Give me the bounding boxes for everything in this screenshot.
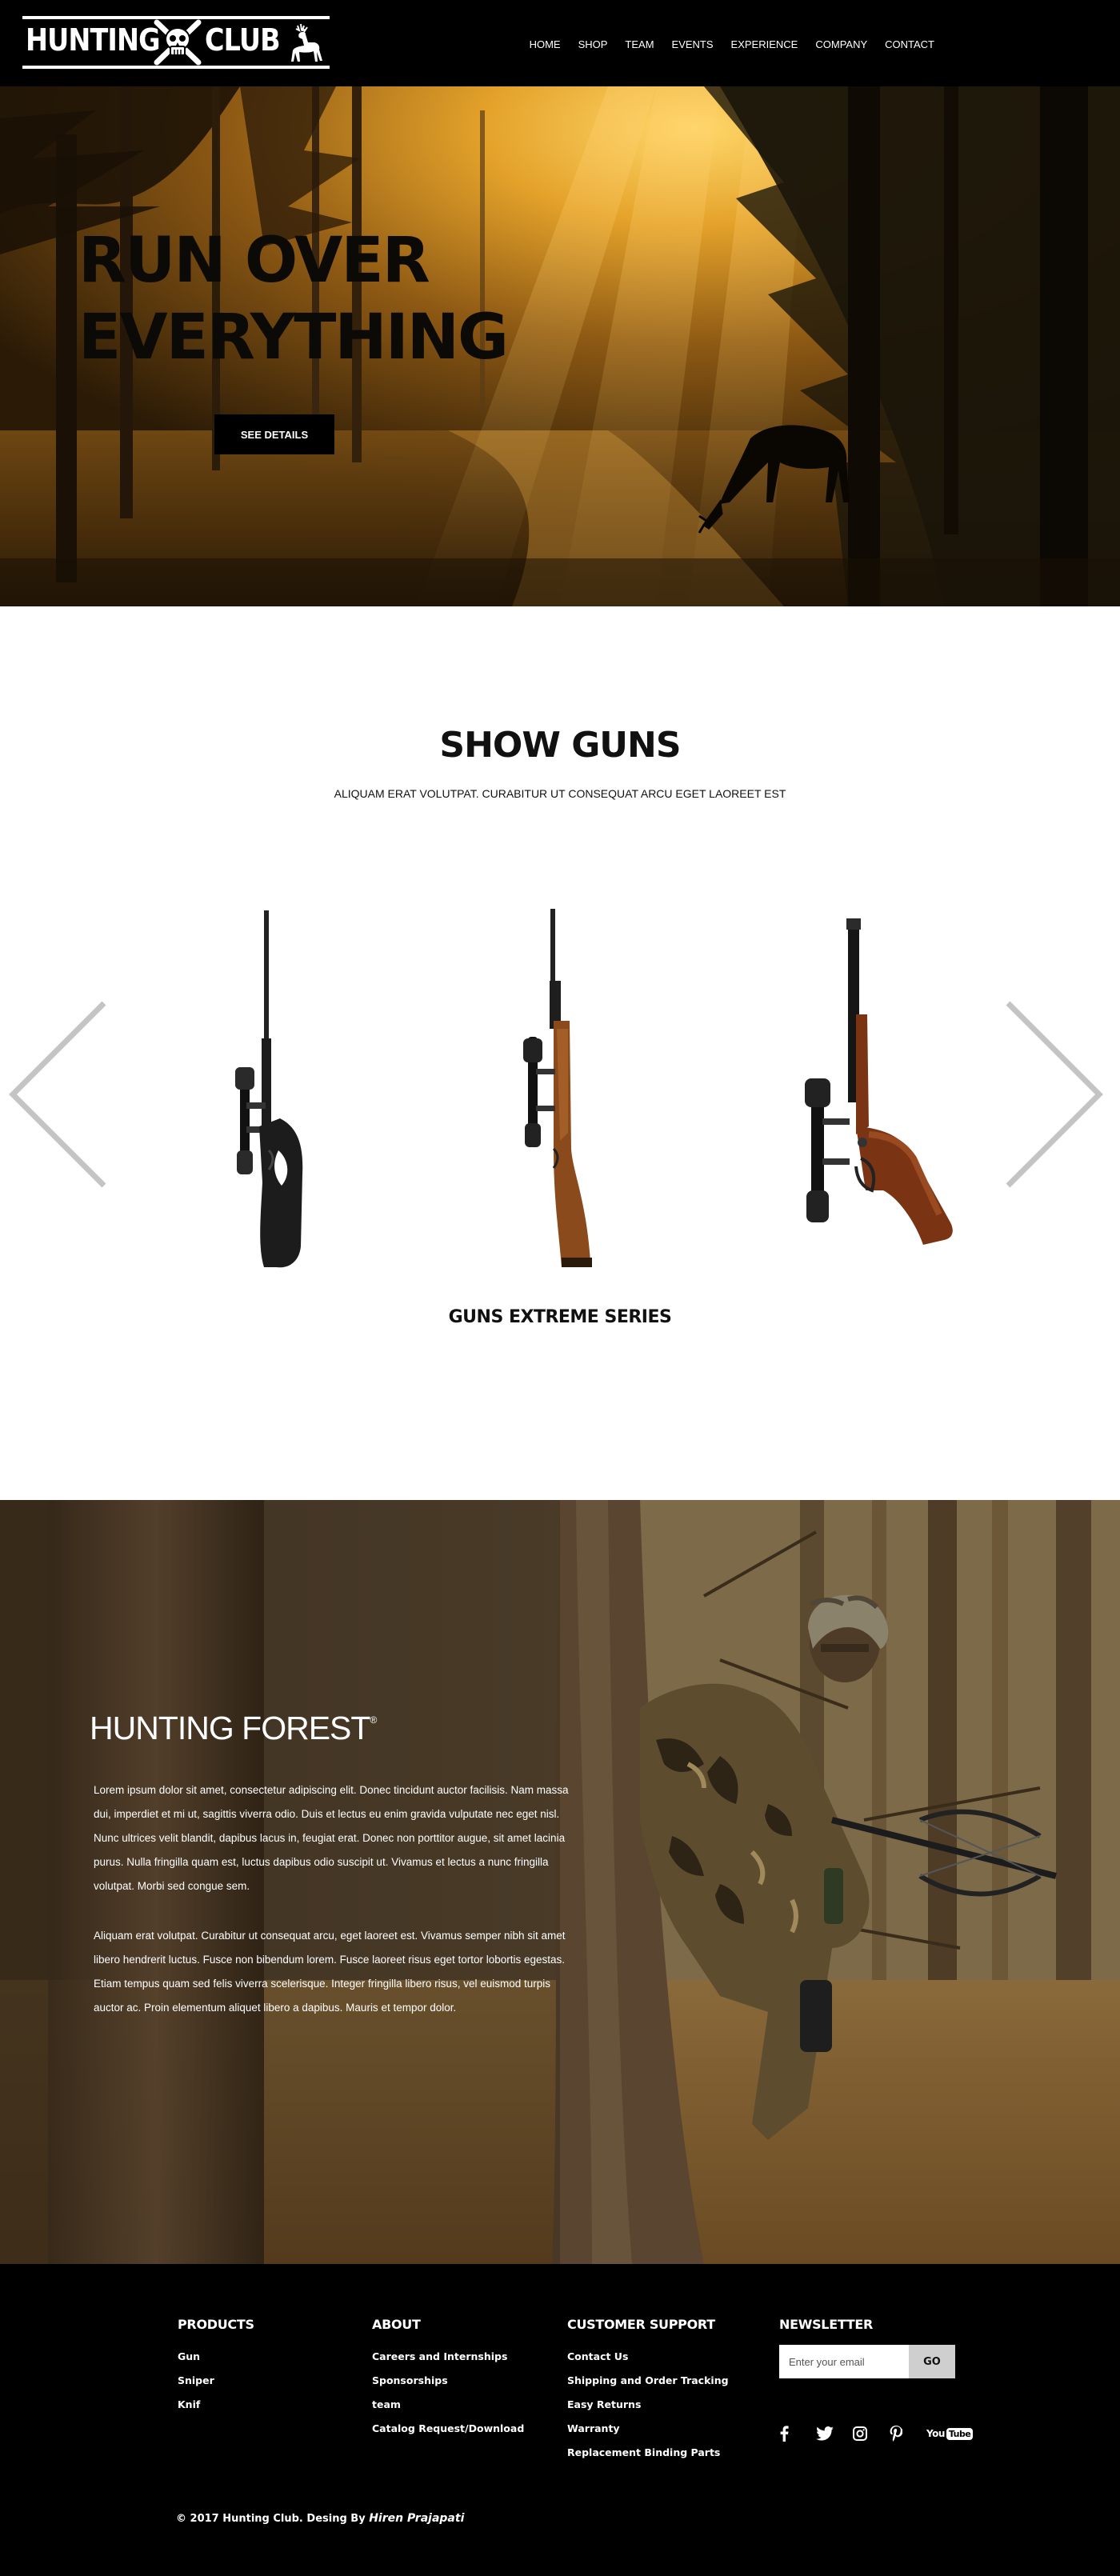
nav-contact[interactable]: CONTACT [876, 38, 934, 50]
footer-link-sniper[interactable]: Sniper [178, 2369, 254, 2393]
facebook-icon[interactable] [779, 2423, 816, 2444]
footer-link-shipping[interactable]: Shipping and Order Tracking [567, 2369, 729, 2393]
hero-banner: RUN OVER EVERYTHING SEE DETAILS [0, 86, 1120, 606]
footer-heading-support: CUSTOMER SUPPORT [567, 2317, 715, 2332]
skull-crossbones-icon [154, 19, 202, 66]
instagram-icon[interactable] [853, 2423, 890, 2444]
show-guns-section: SHOW GUNS ALIQUAM ERAT VOLUTPAT. CURABIT… [0, 606, 1120, 1500]
footer-newsletter-column: NEWSLETTER GO YouTube [779, 2317, 974, 2444]
section-title: SHOW GUNS [439, 725, 681, 766]
series-label: GUNS EXTREME SERIES [448, 1307, 672, 1327]
carousel-next-arrow-icon[interactable] [1002, 998, 1106, 1190]
newsletter-go-button[interactable]: GO [909, 2345, 955, 2378]
site-header: HUNTING CLUB HOME SHOP TEAM EVENTS EXPER… [0, 0, 1120, 86]
logo-word-club: CLUB [205, 22, 281, 58]
footer-link-contact-us[interactable]: Contact Us [567, 2345, 729, 2369]
footer-link-replacement-parts[interactable]: Replacement Binding Parts [567, 2441, 729, 2465]
footer-link-sponsorships[interactable]: Sponsorships [372, 2369, 524, 2393]
forest-title-text: HUNTING FOREST [90, 1710, 370, 1746]
hero-title-line2: EVERYTHING [78, 302, 509, 374]
nav-events[interactable]: EVENTS [663, 38, 722, 50]
nav-shop[interactable]: SHOP [570, 38, 617, 50]
footer-link-gun[interactable]: Gun [178, 2345, 254, 2369]
footer-link-catalog[interactable]: Catalog Request/Download [372, 2417, 524, 2441]
logo-word-hunting: HUNTING [26, 22, 161, 58]
forest-title: HUNTING FOREST® [90, 1710, 377, 1747]
footer-link-knif[interactable]: Knif [178, 2393, 254, 2417]
deer-icon [291, 23, 322, 62]
nav-company[interactable]: COMPANY [806, 38, 876, 50]
nav-team[interactable]: TEAM [616, 38, 662, 50]
site-footer: PRODUCTS Gun Sniper Knif ABOUT Careers a… [0, 2264, 1120, 2576]
trademark-symbol: ® [370, 1714, 377, 1726]
see-details-button[interactable]: SEE DETAILS [214, 414, 334, 454]
nav-home[interactable]: HOME [521, 38, 570, 50]
nav-experience[interactable]: EXPERIENCE [722, 38, 807, 50]
footer-products-column: PRODUCTS Gun Sniper Knif [178, 2317, 254, 2417]
youtube-wordmark-tube: Tube [946, 2427, 974, 2440]
twitter-icon[interactable] [816, 2423, 853, 2444]
footer-link-team[interactable]: team [372, 2393, 524, 2417]
carousel-prev-arrow-icon[interactable] [6, 998, 110, 1190]
social-links: You Tube [779, 2423, 974, 2444]
newsletter-form: GO [779, 2345, 965, 2378]
wood-scoped-rifle-icon[interactable] [522, 909, 610, 1270]
main-nav: HOME SHOP TEAM EVENTS EXPERIENCE COMPANY… [521, 38, 934, 50]
footer-support-column: CUSTOMER SUPPORT Contact Us Shipping and… [567, 2317, 729, 2465]
footer-about-column: ABOUT Careers and Internships Sponsorshi… [372, 2317, 524, 2441]
hero-title-line1: RUN OVER [78, 225, 430, 297]
hunting-club-logo[interactable]: HUNTING CLUB [22, 16, 330, 69]
black-scoped-rifle-icon[interactable] [232, 910, 336, 1270]
pinterest-icon[interactable] [890, 2423, 926, 2444]
footer-link-careers[interactable]: Careers and Internships [372, 2345, 524, 2369]
footer-heading-about: ABOUT [372, 2317, 421, 2332]
newsletter-email-input[interactable] [779, 2345, 909, 2378]
forest-paragraph-2: Aliquam erat volutpat. Curabitur ut cons… [94, 1930, 566, 2014]
copyright-author: Hiren Prajapati [369, 2512, 465, 2525]
footer-heading-newsletter: NEWSLETTER [779, 2317, 874, 2332]
youtube-wordmark-you: You [926, 2428, 945, 2439]
youtube-icon[interactable]: You Tube [926, 2423, 974, 2444]
hunting-forest-section: HUNTING FOREST® Lorem ipsum dolor sit am… [0, 1500, 1120, 2264]
footer-heading-products: PRODUCTS [178, 2317, 254, 2332]
section-subtitle: ALIQUAM ERAT VOLUTPAT. CURABITUR UT CONS… [334, 787, 786, 800]
footer-link-returns[interactable]: Easy Returns [567, 2393, 729, 2417]
scoped-pistol-icon[interactable] [803, 918, 960, 1270]
hero-title: RUN OVER EVERYTHING [78, 222, 509, 376]
copyright-prefix: © 2017 Hunting Club. Desing By [176, 2513, 366, 2525]
copyright-text: © 2017 Hunting Club. Desing By Hiren Pra… [176, 2512, 464, 2525]
footer-link-warranty[interactable]: Warranty [567, 2417, 729, 2441]
forest-paragraph-1: Lorem ipsum dolor sit amet, consectetur … [94, 1784, 569, 1892]
